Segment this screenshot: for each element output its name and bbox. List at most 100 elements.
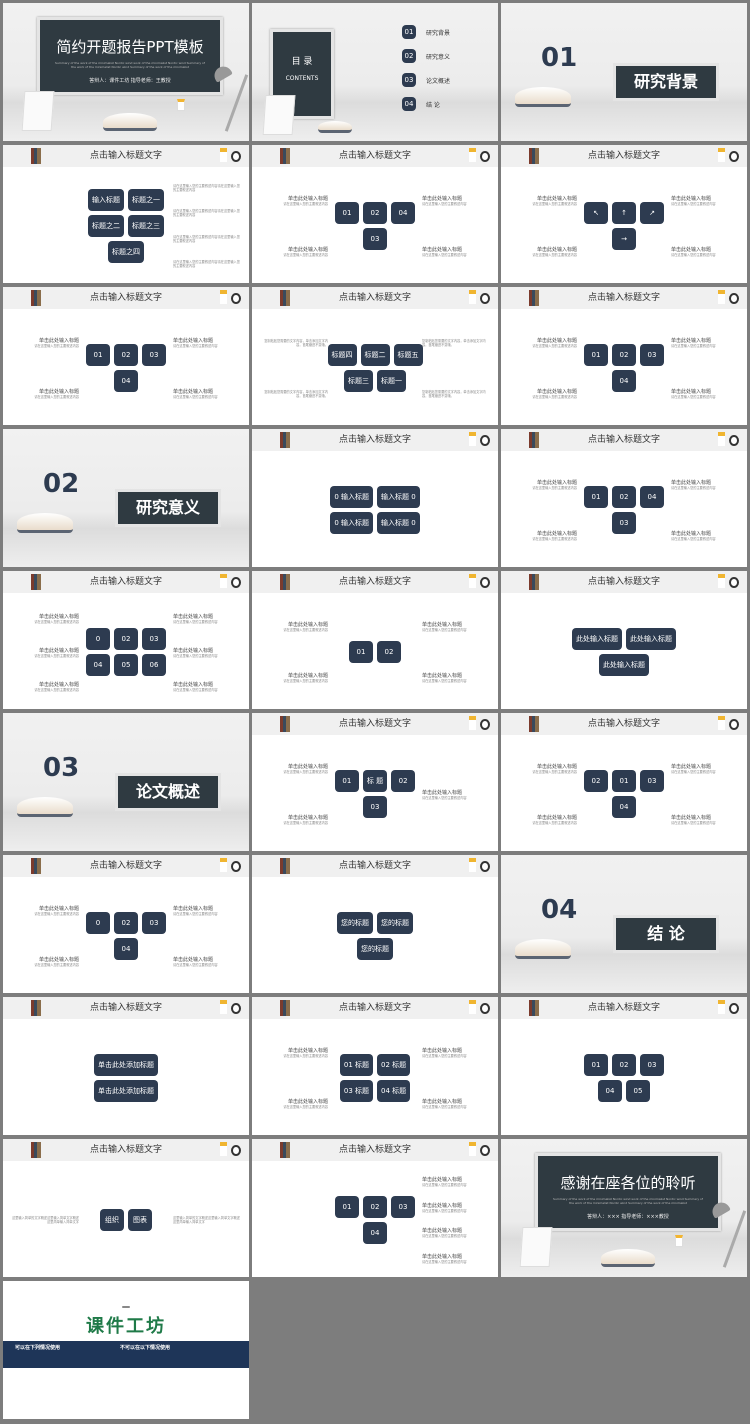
slide-thumbnail-19[interactable]: 点击输入标题文字 0 02 03 04 单击此处输入标题 请在这里输入您的主要叙述内容 单击此…: [3, 855, 249, 993]
header-title[interactable]: 点击输入标题文字: [90, 151, 162, 161]
diagram-shape[interactable]: 01: [584, 486, 608, 508]
diagram-shape[interactable]: 标题之三: [128, 215, 164, 237]
header-title[interactable]: 点击输入标题文字: [588, 293, 660, 303]
text-block[interactable]: 单击此处输入标题 请在这里输入您的主要叙述内容: [258, 672, 328, 683]
diagram-shape[interactable]: 01: [334, 770, 359, 792]
header-title[interactable]: 点击输入标题文字: [339, 435, 411, 445]
diagram-shape[interactable]: 06: [142, 654, 166, 676]
diagram-shape[interactable]: 输入标题: [88, 189, 124, 211]
header-title[interactable]: 点击输入标题文字: [90, 1003, 162, 1013]
header-title[interactable]: 点击输入标题文字: [588, 719, 660, 729]
text-block[interactable]: 单击此处输入标题 请在这里输入您的主要叙述内容: [422, 1227, 492, 1238]
slide-thumbnail-21[interactable]: 04 结 论: [501, 855, 747, 993]
toc-item[interactable]: 03 论文概述: [402, 73, 450, 87]
slide-thumbnail-23[interactable]: 点击输入标题文字 01 标题 02 标题 03 标题 04 标题 单击此处输入标题 请在这里…: [252, 997, 498, 1135]
diagram-shape[interactable]: 02: [363, 1196, 387, 1218]
text-block[interactable]: 单击此处输入标题 请在这里输入您的主要叙述内容: [173, 613, 243, 624]
diagram-shape[interactable]: 04: [363, 1222, 387, 1244]
diagram-shape[interactable]: 03 标题: [339, 1080, 373, 1102]
text-block[interactable]: 单击此处输入标题 请在这里输入您的主要叙述内容: [422, 789, 492, 800]
text-block[interactable]: 单击此处输入标题 请在这里输入您的主要叙述内容: [671, 388, 741, 399]
diagram-shape[interactable]: 标题五: [393, 344, 423, 366]
header-title[interactable]: 点击输入标题文字: [90, 861, 162, 871]
text-block[interactable]: 请在这里输入您的主要叙述内容请在这里输入您的主要叙述内容: [173, 209, 243, 217]
diagram-shape[interactable]: 02: [114, 912, 138, 934]
diagram-shape[interactable]: 单击此处添加标题: [94, 1054, 158, 1076]
slide-thumbnail-5[interactable]: 点击输入标题文字 01 02 04 03 单击此处输入标题 请在这里输入您的主要叙述内容 单击…: [252, 145, 498, 283]
header-title[interactable]: 点击输入标题文字: [339, 861, 411, 871]
diagram-shape[interactable]: 03: [612, 512, 636, 534]
diagram-shape[interactable]: 03: [640, 770, 664, 792]
text-block[interactable]: 单击此处输入标题 请在这里输入您的主要叙述内容: [422, 1047, 492, 1058]
diagram-shape[interactable]: 标题三: [344, 370, 373, 392]
diagram-shape[interactable]: 您的标题: [357, 938, 393, 960]
diagram-shape[interactable]: 03: [640, 1054, 664, 1076]
text-block[interactable]: 单击此处输入标题 请在这里输入您的主要叙述内容: [258, 246, 328, 257]
diagram-shape[interactable]: 您的标题: [337, 912, 373, 934]
slide-thumbnail-6[interactable]: 点击输入标题文字 ↖ ↑ ↗ → 单击此处输入标题 请在这里输入您的主要叙述内容 单击此处输入…: [501, 145, 747, 283]
text-block[interactable]: 单击此处输入标题 请在这里输入您的主要叙述内容: [422, 1202, 492, 1213]
diagram-shape[interactable]: 0: [86, 912, 110, 934]
diagram-shape[interactable]: 02: [114, 628, 138, 650]
diagram-shape[interactable]: 02 标题: [377, 1054, 411, 1076]
slide-thumbnail-17[interactable]: 点击输入标题文字 01 标 题 02 03 单击此处输入标题 请在这里输入您的主要叙述内容单…: [252, 713, 498, 851]
text-block[interactable]: 单击此处输入标题 请在这里输入您的主要叙述内容: [173, 956, 243, 967]
diagram-shape[interactable]: 04: [640, 486, 664, 508]
diagram-shape[interactable]: ↑: [612, 202, 636, 224]
diagram-shape[interactable]: 04: [612, 796, 636, 818]
diagram-shape[interactable]: 03: [142, 628, 166, 650]
text-block[interactable]: 单击此处输入标题 请在这里输入您的主要叙述内容: [422, 246, 492, 257]
diagram-shape[interactable]: 04: [114, 938, 138, 960]
diagram-shape[interactable]: 您的标题: [377, 912, 413, 934]
text-block[interactable]: 这里输入简单的文字概述这里输入简单文字概述这里简单输入简单文字: [173, 1216, 243, 1224]
text-block[interactable]: 单击此处输入标题 请在这里输入您的主要叙述内容: [671, 814, 741, 825]
diagram-shape[interactable]: 标 题: [362, 770, 388, 792]
text-block[interactable]: 单击此处输入标题 请在这里输入您的主要叙述内容: [258, 1098, 328, 1109]
diagram-shape[interactable]: 此处输入标题: [599, 654, 649, 676]
header-title[interactable]: 点击输入标题文字: [339, 577, 411, 587]
text-block[interactable]: 单击此处输入标题 请在这里输入您的主要叙述内容: [422, 1176, 492, 1187]
text-block[interactable]: 单击此处输入标题 请在这里输入您的主要叙述内容: [507, 388, 577, 399]
slide-thumbnail-16[interactable]: 03 论文概述: [3, 713, 249, 851]
diagram-shape[interactable]: 输入标题 0: [377, 512, 420, 534]
diagram-shape[interactable]: 01: [335, 202, 359, 224]
diagram-shape[interactable]: 单击此处添加标题: [94, 1080, 158, 1102]
text-block[interactable]: 单击此处输入标题 请在这里输入您的主要叙述内容: [422, 621, 492, 632]
diagram-shape[interactable]: 02: [391, 770, 416, 792]
slide-thumbnail-1[interactable]: 简约开题报告PPT模板 Summary of the work of the mi…: [3, 3, 249, 141]
text-block[interactable]: 单击此处输入标题 请在这里输入您的主要叙述内容: [9, 337, 79, 348]
diagram-shape[interactable]: 02: [612, 1054, 636, 1076]
text-block[interactable]: 单击此处输入标题 请在这里输入您的主要叙述内容: [507, 337, 577, 348]
header-title[interactable]: 点击输入标题文字: [588, 1003, 660, 1013]
diagram-shape[interactable]: 03: [640, 344, 664, 366]
text-block[interactable]: 单击此处输入标题 请在这里输入您的主要叙述内容: [173, 905, 243, 916]
text-block[interactable]: 单击此处输入标题 请在这里输入您的主要叙述内容: [9, 388, 79, 399]
text-block[interactable]: 单击此处输入标题 请在这里输入您的主要叙述内容: [9, 647, 79, 658]
diagram-shape[interactable]: →: [612, 228, 636, 250]
diagram-shape[interactable]: 图表: [128, 1209, 152, 1231]
diagram-shape[interactable]: 标题之二: [88, 215, 124, 237]
slide-thumbnail-12[interactable]: 点击输入标题文字 01 02 04 03 单击此处输入标题 请在这里输入您的主要叙述内容 单击…: [501, 429, 747, 567]
text-block[interactable]: 单击此处输入标题 请在这里输入您的主要叙述内容: [671, 195, 741, 206]
text-block[interactable]: 复制粘贴您需要的文字内容，单击添加文字内容，首尾缩进不变哦。: [258, 390, 328, 398]
diagram-shape[interactable]: ↗: [640, 202, 664, 224]
slide-thumbnail-26[interactable]: 点击输入标题文字 01 02 03 04 单击此处输入标题 请在这里输入您的主要叙述内容 单击…: [252, 1139, 498, 1277]
diagram-shape[interactable]: 01: [335, 1196, 359, 1218]
slide-thumbnail-7[interactable]: 点击输入标题文字 01 02 03 04 单击此处输入标题 请在这里输入您的主要叙述内容 单击…: [3, 287, 249, 425]
text-block[interactable]: 单击此处输入标题 请在这里输入您的主要叙述内容: [422, 195, 492, 206]
toc-item[interactable]: 04 结 论: [402, 97, 450, 111]
slide-thumbnail-8[interactable]: 点击输入标题文字 标题四 标题二 标题五 标题三 标题一 复制粘贴您需要的文字内容，单击添加…: [252, 287, 498, 425]
diagram-shape[interactable]: 04: [391, 202, 415, 224]
text-block[interactable]: 单击此处输入标题 请在这里输入您的主要叙述内容: [258, 621, 328, 632]
diagram-shape[interactable]: 03: [142, 344, 166, 366]
diagram-shape[interactable]: 标题一: [377, 370, 406, 392]
text-block[interactable]: 单击此处输入标题 请在这里输入您的主要叙述内容: [507, 530, 577, 541]
text-block[interactable]: 单击此处输入标题 请在这里输入您的主要叙述内容: [671, 530, 741, 541]
slide-thumbnail-4[interactable]: 点击输入标题文字 输入标题 标题之一 标题之二 标题之三 标题之四 请在这里输入您的主要叙述…: [3, 145, 249, 283]
slide-thumbnail-11[interactable]: 点击输入标题文字 0 输入标题 输入标题 00 输入标题 输入标题 0: [252, 429, 498, 567]
slide-thumbnail-25[interactable]: 点击输入标题文字 组织 图表 这里输入简单的文字概述这里输入简单文字概述这里简单输入简…: [3, 1139, 249, 1277]
text-block[interactable]: 复制粘贴您需要的文字内容，单击添加文字内容，首尾缩进不变哦。: [422, 339, 492, 347]
text-block[interactable]: 复制粘贴您需要的文字内容，单击添加文字内容，首尾缩进不变哦。: [258, 339, 328, 347]
header-title[interactable]: 点击输入标题文字: [90, 1145, 162, 1155]
diagram-shape[interactable]: 此处输入标题: [626, 628, 676, 650]
